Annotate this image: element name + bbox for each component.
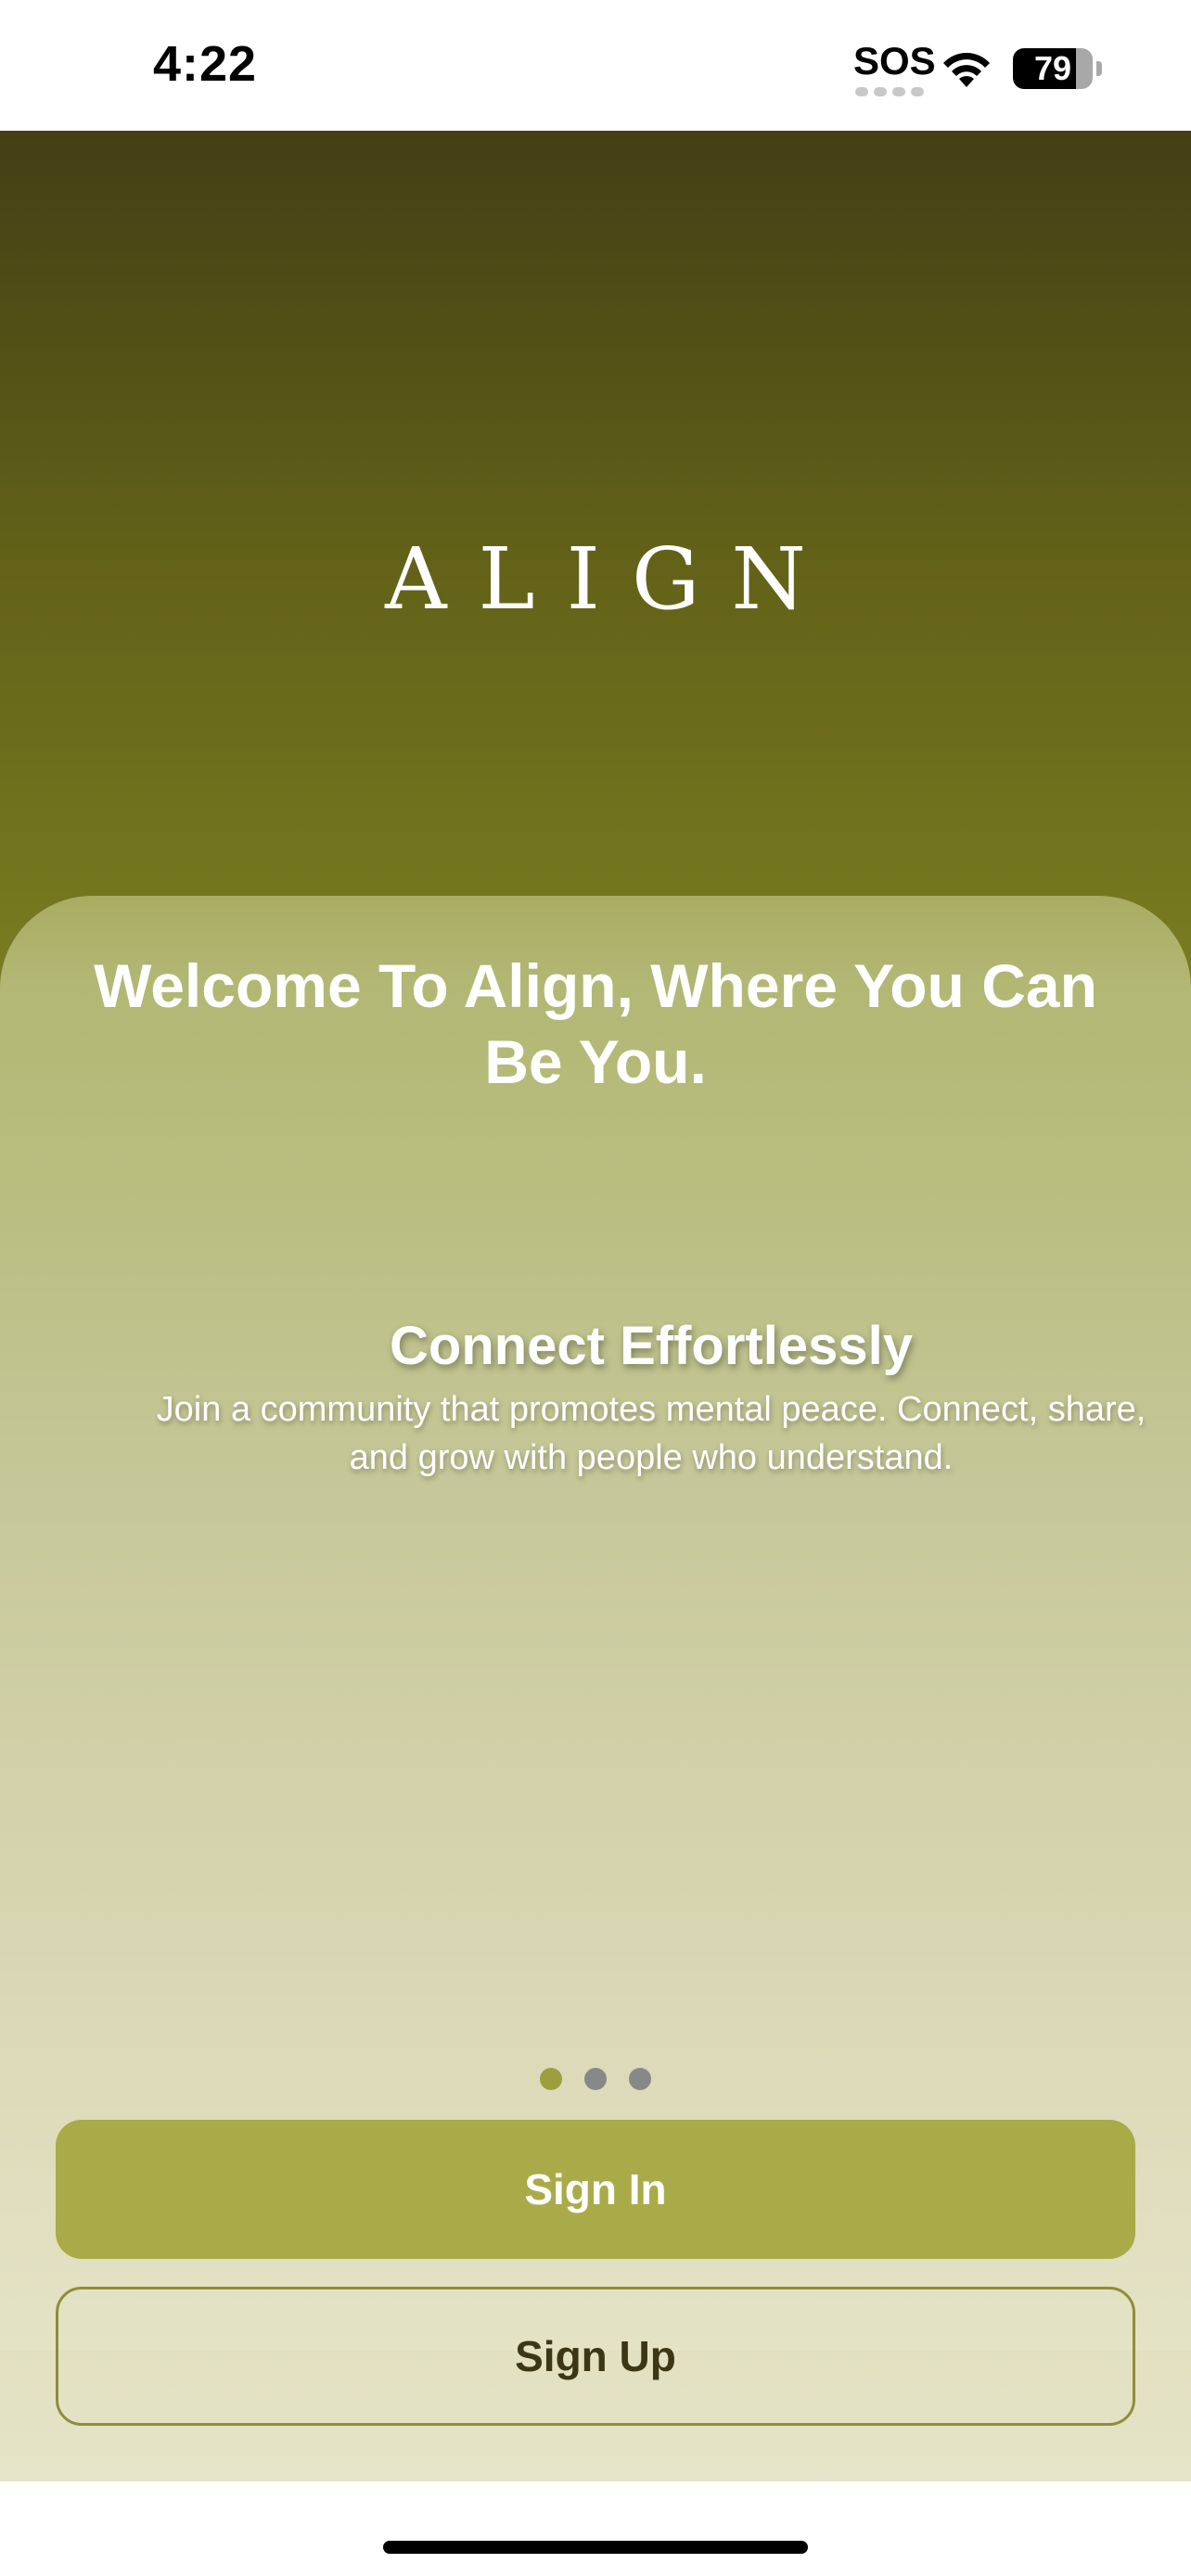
sign-in-button[interactable]: Sign In <box>56 2120 1135 2259</box>
wifi-icon <box>943 53 990 87</box>
feature-description: Join a community that promotes mental pe… <box>156 1390 1146 1477</box>
app-logo: ALIGN <box>385 529 838 629</box>
page-dot-1[interactable] <box>540 2068 562 2090</box>
page-indicator[interactable] <box>0 2068 1191 2090</box>
status-time: 4:22 <box>153 36 258 92</box>
sign-up-button[interactable]: Sign Up <box>56 2287 1135 2426</box>
signal-dots <box>855 87 924 96</box>
battery-level: 79 <box>1033 49 1072 87</box>
sos-indicator: SOS <box>853 39 936 83</box>
page-dot-2[interactable] <box>584 2068 607 2090</box>
feature-title: Connect Effortlessly <box>390 1316 913 1376</box>
welcome-title: Welcome To Align, Where You Can Be You. <box>94 951 1097 1096</box>
battery-icon: 79 <box>1013 48 1093 89</box>
battery-tip <box>1096 61 1102 76</box>
page-dot-3[interactable] <box>629 2068 651 2090</box>
status-bar: 4:22 SOS 79 <box>0 0 1191 131</box>
home-indicator[interactable] <box>383 2541 808 2554</box>
